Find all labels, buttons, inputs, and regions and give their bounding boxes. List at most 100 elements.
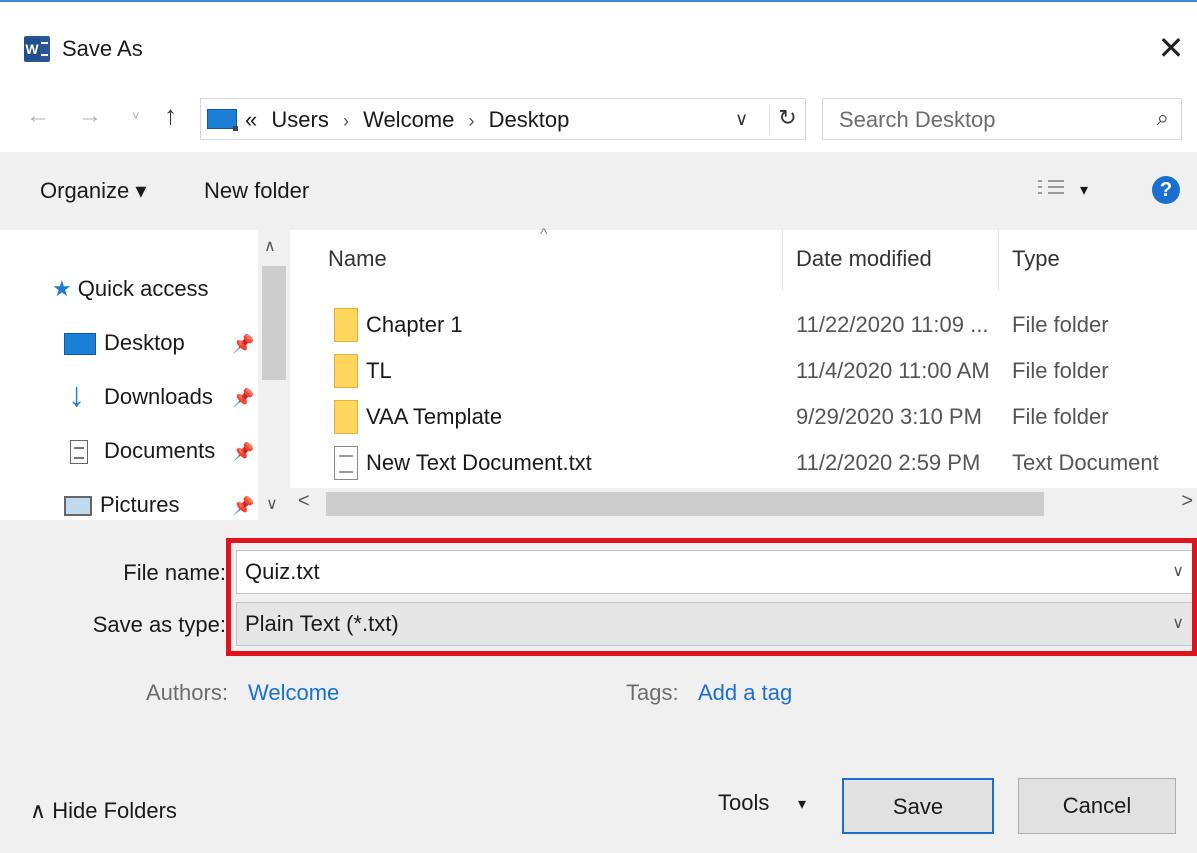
folder-icon — [334, 308, 358, 342]
file-date: 11/2/2020 2:59 PM — [796, 450, 981, 475]
title-bar: W Save As ✕ — [0, 2, 1197, 90]
up-arrow-icon[interactable]: ↑ — [164, 100, 177, 131]
chevron-down-icon[interactable]: ∨ — [1172, 561, 1184, 581]
forward-arrow-icon[interactable]: → — [78, 102, 102, 130]
downloads-icon — [64, 376, 96, 415]
view-dropdown-icon[interactable]: ▾ — [1080, 180, 1088, 200]
folder-icon — [334, 400, 358, 434]
sidebar-item-label: Downloads — [104, 384, 213, 409]
file-date: 11/22/2020 11:09 ... — [796, 312, 989, 337]
help-icon[interactable]: ? — [1152, 176, 1180, 204]
file-name: New Text Document.txt — [366, 450, 592, 475]
pin-icon[interactable]: 📌 — [232, 496, 254, 517]
breadcrumb-separator[interactable]: › — [469, 111, 475, 131]
sidebar-item-label: Quick access — [77, 276, 209, 301]
authors-value[interactable]: Welcome — [248, 680, 339, 706]
column-header-type[interactable]: Type — [1012, 246, 1060, 272]
sidebar-item-label: Desktop — [104, 330, 185, 355]
tags-label: Tags: — [626, 680, 679, 705]
refresh-icon[interactable]: ↻ — [769, 105, 805, 135]
tools-button[interactable]: Tools — [718, 790, 769, 816]
scroll-down-icon[interactable]: ∨ — [266, 494, 278, 514]
breadcrumb: « Users › Welcome › Desktop — [245, 107, 569, 133]
pin-icon[interactable]: 📌 — [232, 388, 254, 409]
column-header-name[interactable]: Name — [328, 246, 387, 272]
file-name: VAA Template — [366, 404, 503, 429]
pin-icon[interactable]: 📌 — [232, 442, 254, 463]
add-tag-link[interactable]: Add a tag — [698, 680, 792, 706]
word-icon: W — [24, 36, 50, 62]
sidebar-item-downloads[interactable]: Downloads — [64, 376, 213, 415]
search-input[interactable]: Search Desktop ⌕ — [822, 98, 1182, 140]
view-options-icon[interactable] — [1038, 180, 1064, 200]
column-divider[interactable] — [782, 230, 783, 290]
window-title: Save As — [62, 36, 143, 61]
sidebar-item-quick-access[interactable]: ★ Quick access — [52, 276, 209, 302]
sidebar-item-documents[interactable]: Documents — [64, 438, 216, 465]
save-as-type-value: Plain Text (*.txt) — [245, 611, 399, 636]
desktop-icon — [64, 333, 96, 356]
back-arrow-icon[interactable]: ← — [26, 102, 50, 130]
scrollbar-thumb[interactable] — [262, 266, 286, 380]
authors-label: Authors: — [146, 680, 228, 705]
scroll-up-icon[interactable]: ∧ — [264, 236, 276, 256]
breadcrumb-item-users[interactable]: Users — [271, 107, 328, 132]
text-document-icon — [334, 446, 358, 480]
navigation-scrollbar[interactable]: ∧ ∨ — [258, 230, 290, 520]
file-type: Text Document — [1012, 450, 1159, 475]
hide-folders-button[interactable]: ∧ Hide Folders — [30, 798, 177, 824]
file-type: File folder — [1012, 358, 1109, 383]
pin-icon[interactable]: 📌 — [232, 334, 254, 355]
address-dropdown-icon[interactable]: ∨ — [735, 109, 748, 130]
scrollbar-thumb[interactable] — [326, 492, 1044, 516]
breadcrumb-item-desktop[interactable]: Desktop — [489, 107, 570, 132]
breadcrumb-item-welcome[interactable]: Welcome — [363, 107, 454, 132]
list-item[interactable]: New Text Document.txt 11/2/2020 2:59 PM … — [290, 442, 1197, 488]
save-as-type-select[interactable]: Plain Text (*.txt) ∨ — [236, 602, 1197, 646]
organize-button[interactable]: Organize ▾ — [40, 178, 146, 204]
recent-locations-chevron-icon[interactable]: ˅ — [132, 108, 140, 123]
file-name: Chapter 1 — [366, 312, 463, 337]
save-as-type-label: Save as type: — [92, 612, 226, 637]
chevron-down-icon[interactable]: ∨ — [1172, 613, 1184, 633]
file-name-label: File name: — [123, 560, 226, 585]
horizontal-scrollbar[interactable]: < > — [290, 488, 1197, 520]
save-form: File name: Quiz.txt ∨ Save as type: Plai… — [0, 520, 1197, 853]
column-header-date-modified[interactable]: Date modified — [796, 246, 932, 272]
file-name: TL — [366, 358, 392, 383]
sidebar-item-pictures[interactable]: Pictures — [64, 492, 179, 518]
file-name-field[interactable]: Quiz.txt ∨ — [236, 550, 1197, 594]
sort-ascending-icon: ^ — [540, 226, 548, 243]
sidebar-item-label: Documents — [104, 438, 216, 463]
search-placeholder: Search Desktop — [839, 107, 996, 132]
scroll-left-icon[interactable]: < — [298, 490, 310, 513]
file-name-value: Quiz.txt — [245, 559, 320, 584]
tools-dropdown-icon[interactable]: ▾ — [798, 794, 806, 814]
list-item[interactable]: VAA Template 9/29/2020 3:10 PM File fold… — [290, 396, 1197, 442]
file-type: File folder — [1012, 312, 1109, 337]
desktop-icon — [207, 109, 238, 131]
scroll-right-icon[interactable]: > — [1181, 490, 1193, 513]
navigation-row: ← → ˅ ↑ « Users › Welcome › Desktop ∨ ↻ … — [0, 90, 1197, 152]
breadcrumb-separator[interactable]: › — [343, 111, 349, 131]
folder-icon — [334, 354, 358, 388]
cancel-button[interactable]: Cancel — [1018, 778, 1176, 834]
file-type: File folder — [1012, 404, 1109, 429]
pictures-icon — [64, 496, 92, 517]
file-date: 9/29/2020 3:10 PM — [796, 404, 982, 429]
sidebar-item-label: Pictures — [100, 492, 180, 517]
list-item[interactable]: TL 11/4/2020 11:00 AM File folder — [290, 350, 1197, 396]
address-bar[interactable]: « Users › Welcome › Desktop ∨ ↻ — [200, 98, 806, 140]
new-folder-button[interactable]: New folder — [204, 178, 309, 204]
file-list: ^ Name Date modified Type Chapter 1 11/2… — [290, 226, 1197, 520]
list-item[interactable]: Chapter 1 11/22/2020 11:09 ... File fold… — [290, 304, 1197, 350]
search-icon[interactable]: ⌕ — [1157, 105, 1169, 131]
column-divider[interactable] — [998, 230, 999, 290]
star-icon: ★ — [52, 276, 72, 301]
save-button[interactable]: Save — [842, 778, 994, 834]
sidebar-item-desktop[interactable]: Desktop — [64, 330, 185, 356]
breadcrumb-overflow[interactable]: « — [245, 107, 257, 132]
documents-icon — [70, 440, 88, 465]
navigation-pane: ★Quick access Desktop 📌 Downloads 📌 Docu… — [0, 230, 290, 520]
close-button[interactable]: ✕ — [1153, 28, 1189, 68]
